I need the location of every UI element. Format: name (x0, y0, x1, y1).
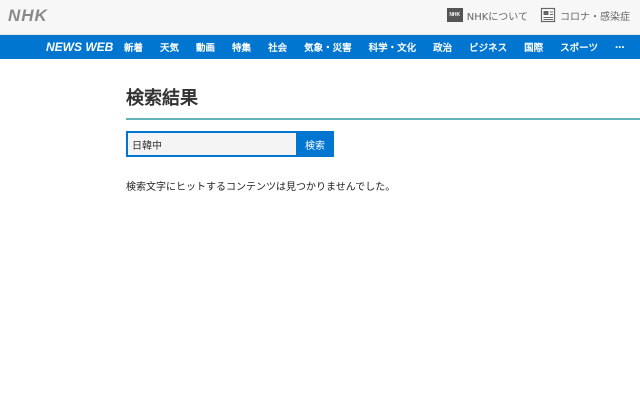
main-nav: NEWS WEB 新着 天気 動画 特集 社会 気象・災害 科学・文化 政治 ビ… (0, 35, 640, 59)
nav-item-society[interactable]: 社会 (268, 40, 287, 54)
nav-item-disaster[interactable]: 気象・災害 (304, 40, 352, 54)
nav-item-weather[interactable]: 天気 (160, 40, 179, 54)
nav-item-science[interactable]: 科学・文化 (369, 40, 417, 54)
search-input[interactable] (126, 131, 296, 157)
nav-item-sports[interactable]: スポーツ (560, 40, 598, 54)
corona-link[interactable]: コロナ・感染症 (540, 7, 630, 23)
nhk-logo[interactable]: NHK (8, 6, 48, 26)
header-links: NHK NHKについて コロナ・感染症 (446, 7, 630, 23)
news-web-brand[interactable]: NEWS WEB (46, 40, 113, 54)
no-results-message: 検索文字にヒットするコンテンツは見つかりませんでした。 (126, 182, 396, 193)
title-divider (126, 118, 640, 120)
nav-item-international[interactable]: 国際 (524, 40, 543, 54)
nav-item-new[interactable]: 新着 (124, 40, 143, 54)
search-form: 検索 (126, 131, 640, 157)
document-icon (540, 7, 556, 23)
nav-item-more[interactable]: … (615, 40, 625, 54)
nav-item-features[interactable]: 特集 (232, 40, 251, 54)
main-content: 検索結果 検索 検索文字にヒットするコンテンツは見つかりませんでした。 (126, 84, 640, 193)
corona-label: コロナ・感染症 (560, 11, 630, 23)
nav-item-business[interactable]: ビジネス (469, 40, 507, 54)
about-nhk-label: NHKについて (466, 11, 528, 23)
about-nhk-link[interactable]: NHK NHKについて (446, 8, 528, 23)
nav-items: 新着 天気 動画 特集 社会 気象・災害 科学・文化 政治 ビジネス 国際 スポ… (124, 40, 640, 54)
nav-item-video[interactable]: 動画 (196, 40, 215, 54)
top-header: NHK NHK NHKについて コロナ・感染症 (0, 0, 640, 35)
nav-item-politics[interactable]: 政治 (433, 40, 452, 54)
nhk-badge-icon: NHK (446, 8, 463, 22)
search-button[interactable]: 検索 (296, 131, 334, 157)
page-title: 検索結果 (126, 88, 198, 109)
